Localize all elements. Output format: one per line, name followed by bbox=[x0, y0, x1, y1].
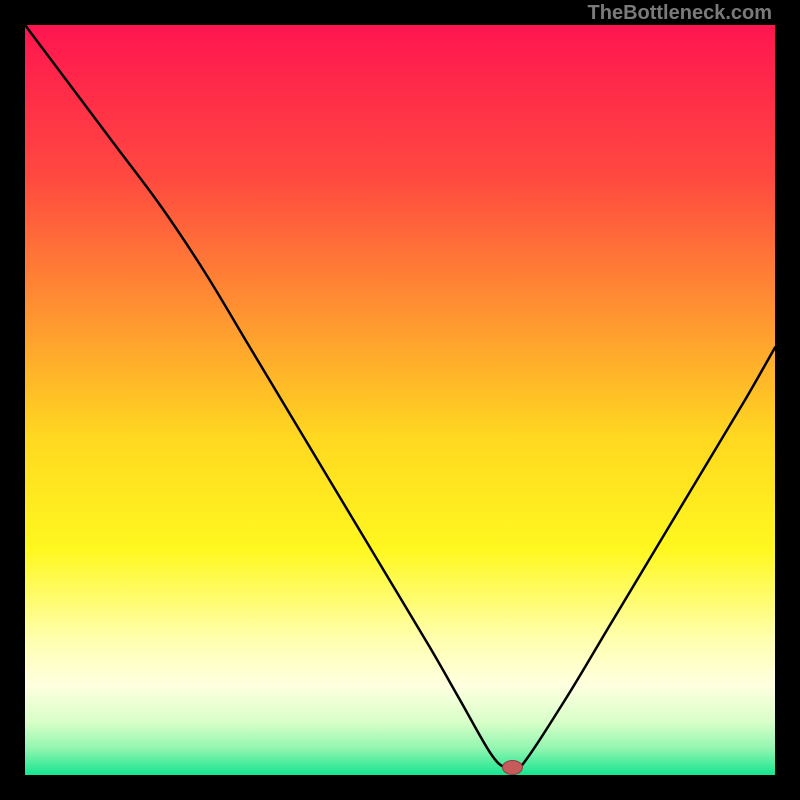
watermark-text: TheBottleneck.com bbox=[588, 2, 772, 25]
plot-area bbox=[25, 25, 775, 775]
chart-frame: TheBottleneck.com bbox=[0, 0, 800, 800]
bottleneck-curve bbox=[25, 25, 775, 773]
optimal-marker bbox=[503, 761, 523, 775]
curve-layer bbox=[25, 25, 775, 775]
